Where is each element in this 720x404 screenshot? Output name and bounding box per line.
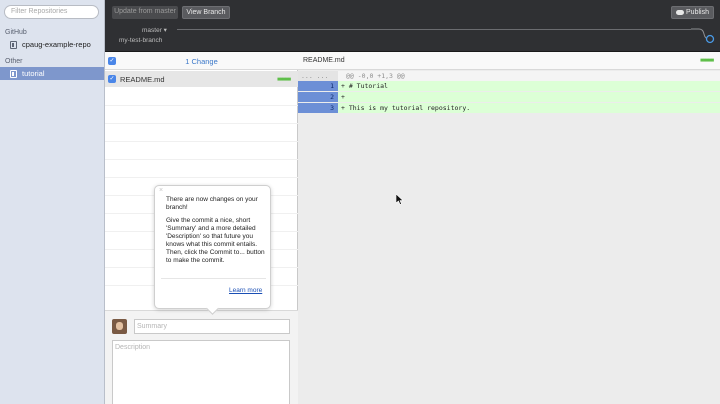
view-branch-button[interactable]: View Branch: [182, 6, 230, 19]
toolbar: Update from master View Branch Publish m…: [105, 0, 720, 52]
base-branch-selector[interactable]: master ▾: [142, 26, 167, 34]
commit-area: Summary Description: [105, 310, 298, 404]
repo-icon: [10, 41, 17, 49]
learn-more-link[interactable]: Learn more: [229, 287, 262, 294]
section-label-other: Other: [5, 58, 23, 65]
mouse-cursor-icon: [396, 194, 404, 205]
repo-icon: [10, 70, 17, 78]
branch-timeline: [177, 29, 691, 30]
commit-tip-popover: × There are now changes on your branch! …: [154, 185, 271, 309]
repo-item-cpaug-example-repo[interactable]: cpaug-example-repo: [0, 38, 104, 51]
branch-graph: [691, 28, 715, 44]
update-from-master-button[interactable]: Update from master: [112, 6, 178, 19]
close-icon[interactable]: ×: [159, 187, 163, 194]
list-divider: [105, 141, 298, 142]
diff-line[interactable]: 1 + # Tutorial: [298, 81, 720, 91]
diff-line[interactable]: 3 + This is my tutorial repository.: [298, 103, 720, 113]
popover-body: Give the commit a nice, short 'Summary' …: [166, 217, 265, 264]
new-line-number: 2: [318, 92, 338, 102]
changes-header: ✓ 1 Change: [105, 52, 298, 70]
repository-sidebar: Filter Repositories GitHub cpaug-example…: [0, 0, 105, 404]
new-line-number: 3: [318, 103, 338, 113]
commit-node: [705, 34, 715, 44]
diff-file-name: README.md: [303, 57, 345, 64]
list-divider: [105, 159, 298, 160]
change-count: 1 Change: [185, 57, 218, 66]
list-divider: [105, 123, 298, 124]
diff-header: README.md ■■■■■: [298, 52, 720, 70]
popover-divider: [161, 278, 266, 279]
diff-line-code: +: [338, 92, 720, 102]
old-line-number: [298, 103, 318, 113]
diffstat-icon: ■■■■■: [700, 58, 714, 64]
section-label-github: GitHub: [5, 29, 27, 36]
description-input[interactable]: Description: [112, 340, 290, 404]
repo-name: tutorial: [22, 69, 45, 78]
diffstat-icon: ■■■■■: [277, 77, 291, 83]
old-line-number: [298, 92, 318, 102]
diff-panel: README.md ■■■■■ ... ... @@ -0,0 +1,3 @@ …: [298, 52, 720, 404]
repo-item-tutorial[interactable]: tutorial: [0, 67, 104, 80]
list-divider: [105, 177, 298, 178]
repo-name: cpaug-example-repo: [22, 40, 91, 49]
filter-repositories-input[interactable]: Filter Repositories: [4, 5, 99, 19]
hunk-gutter: ... ...: [298, 71, 338, 81]
current-branch-label: my-test-branch: [119, 37, 163, 44]
list-divider: [105, 105, 298, 106]
changed-file-name: README.md: [120, 75, 165, 84]
diff-line[interactable]: 2 +: [298, 92, 720, 102]
diff-line-code: + This is my tutorial repository.: [338, 103, 720, 113]
publish-label: Publish: [686, 9, 709, 16]
new-line-number: 1: [318, 81, 338, 91]
summary-input[interactable]: Summary: [134, 319, 290, 334]
changed-file-row[interactable]: ✓ README.md ■■■■■: [105, 71, 298, 87]
file-checkbox[interactable]: ✓: [108, 75, 116, 83]
publish-button[interactable]: Publish: [671, 6, 714, 19]
old-line-number: [298, 81, 318, 91]
hunk-header: @@ -0,0 +1,3 @@: [346, 72, 405, 80]
avatar: [112, 319, 127, 334]
diff-line-code: + # Tutorial: [338, 81, 720, 91]
hunk-header-row: ... ... @@ -0,0 +1,3 @@: [298, 71, 720, 81]
cloud-upload-icon: [676, 10, 684, 15]
popover-title: There are now changes on your branch!: [166, 196, 258, 211]
